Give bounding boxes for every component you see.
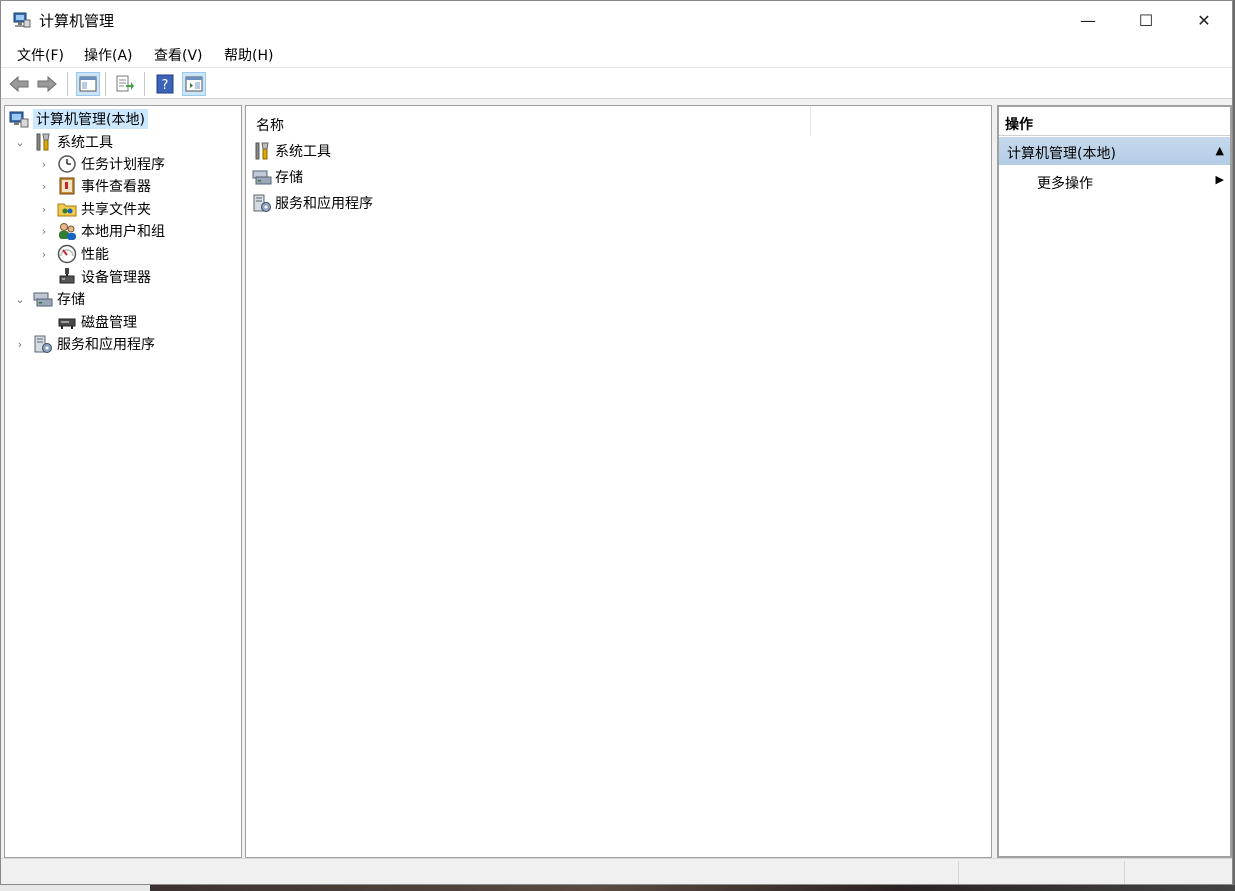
tree-item-local-users-groups[interactable]: 本地用户和组 — [57, 220, 165, 242]
expand-arrow-icon[interactable]: › — [39, 198, 49, 220]
tree-label: 存储 — [57, 292, 85, 308]
help-icon: ? — [156, 74, 174, 94]
tree-label: 性能 — [81, 247, 109, 263]
submenu-arrow-icon[interactable]: ▶ — [1216, 173, 1224, 186]
tree-label: 共享文件夹 — [81, 202, 151, 218]
list-item-label: 存储 — [275, 170, 303, 186]
toolbar-separator — [144, 72, 145, 96]
collapse-arrow-icon[interactable]: ⌄ — [15, 288, 25, 310]
forward-arrow-icon — [37, 75, 57, 93]
export-list-icon — [116, 75, 134, 92]
tree-label: 事件查看器 — [81, 179, 151, 195]
expand-arrow-icon[interactable]: › — [39, 153, 49, 175]
minimize-button[interactable]: — — [1059, 1, 1117, 39]
maximize-icon: ☐ — [1138, 10, 1154, 30]
maximize-button[interactable]: ☐ — [1117, 1, 1175, 39]
expand-arrow-icon[interactable]: › — [15, 333, 25, 355]
action-group-title: 计算机管理(本地) — [1007, 146, 1116, 162]
expand-arrow-icon[interactable]: › — [39, 220, 49, 242]
services-applications-icon — [253, 194, 271, 212]
status-divider — [958, 861, 959, 884]
tree-label: 本地用户和组 — [81, 224, 165, 240]
tree-item-disk-management[interactable]: 磁盘管理 — [57, 311, 137, 333]
status-bar — [1, 858, 1232, 884]
shared-folder-icon — [57, 203, 77, 217]
expand-arrow-icon[interactable]: › — [39, 175, 49, 197]
action-pane-header: 操作 — [999, 109, 1230, 136]
computer-management-icon — [9, 111, 29, 128]
forward-button[interactable] — [35, 72, 59, 96]
toolbar-separator — [67, 72, 68, 96]
list-item-label: 系统工具 — [275, 144, 331, 160]
tree-label: 计算机管理(本地) — [33, 109, 148, 129]
tree-item-storage[interactable]: 存储 — [33, 288, 85, 310]
storage-icon — [252, 170, 272, 185]
list-item-system-tools[interactable]: 系统工具 — [252, 139, 331, 163]
tree-item-device-manager[interactable]: 设备管理器 — [57, 266, 151, 288]
menu-file[interactable]: 文件(F) — [17, 45, 64, 65]
show-hide-action-pane-button[interactable] — [182, 72, 206, 96]
list-item-label: 服务和应用程序 — [275, 196, 373, 212]
system-tools-icon — [255, 142, 269, 160]
show-hide-console-tree-icon — [79, 76, 97, 92]
tree-item-services-applications[interactable]: 服务和应用程序 — [33, 333, 155, 355]
tree-item-shared-folders[interactable]: 共享文件夹 — [57, 198, 151, 220]
tree-item-computer-management[interactable]: 计算机管理(本地) — [9, 108, 148, 130]
close-button[interactable]: ✕ — [1175, 1, 1232, 39]
users-icon — [59, 223, 76, 240]
status-divider — [1124, 861, 1125, 884]
expand-arrow-icon[interactable]: › — [39, 243, 49, 265]
back-arrow-icon — [9, 75, 29, 93]
menu-help[interactable]: 帮助(H) — [224, 45, 273, 65]
action-pane-title: 操作 — [1005, 117, 1033, 133]
storage-icon — [33, 292, 53, 307]
tree-item-system-tools[interactable]: 系统工具 — [33, 131, 113, 153]
show-hide-action-pane-icon — [185, 76, 203, 92]
toolbar: ? — [1, 67, 1232, 99]
action-group-computer-management[interactable]: 计算机管理(本地) ▲ — [999, 137, 1230, 165]
tree-label: 服务和应用程序 — [57, 337, 155, 353]
title-bar[interactable]: 计算机管理 — ☐ ✕ — [1, 1, 1232, 39]
export-list-button[interactable] — [113, 72, 137, 96]
tree-label: 磁盘管理 — [81, 315, 137, 331]
column-divider[interactable] — [810, 106, 811, 136]
collapse-arrow-icon[interactable]: ⌄ — [15, 131, 25, 153]
toolbar-separator — [105, 72, 106, 96]
minimize-icon: — — [1080, 10, 1096, 30]
performance-gauge-icon — [57, 244, 77, 264]
collapse-triangle-icon[interactable]: ▲ — [1216, 144, 1224, 157]
computer-management-icon — [13, 12, 31, 28]
close-icon: ✕ — [1197, 10, 1211, 30]
tree-item-performance[interactable]: 性能 — [57, 243, 109, 265]
menu-action[interactable]: 操作(A) — [84, 45, 133, 65]
list-item-services-applications[interactable]: 服务和应用程序 — [252, 191, 373, 215]
system-tools-icon — [36, 133, 50, 151]
tree-item-task-scheduler[interactable]: 任务计划程序 — [57, 153, 165, 175]
help-button[interactable]: ? — [153, 72, 177, 96]
tree-label: 设备管理器 — [81, 270, 151, 286]
result-list-pane[interactable]: 名称 系统工具 存储 服务和应用程序 — [245, 105, 992, 858]
column-header-name[interactable]: 名称 — [256, 115, 284, 135]
disk-management-icon — [58, 318, 76, 329]
event-viewer-icon — [59, 177, 75, 195]
clock-icon — [58, 155, 76, 173]
menu-bar: 文件(F) 操作(A) 查看(V) 帮助(H) — [1, 39, 1232, 67]
column-header-row: 名称 — [246, 106, 991, 141]
services-applications-icon — [34, 335, 52, 353]
menu-view[interactable]: 查看(V) — [154, 45, 203, 65]
tree-label: 任务计划程序 — [81, 157, 165, 173]
tree-item-event-viewer[interactable]: 事件查看器 — [57, 175, 151, 197]
console-tree-pane[interactable]: 计算机管理(本地) ⌄ 系统工具 › 任务计划程序 › 事件查看器 › 共享文件… — [4, 105, 242, 858]
list-item-storage[interactable]: 存储 — [252, 165, 303, 189]
device-manager-icon — [59, 268, 75, 284]
desktop-background — [0, 885, 1235, 891]
window-title: 计算机管理 — [39, 12, 115, 30]
more-actions-item[interactable]: 更多操作 — [1037, 173, 1093, 193]
show-hide-console-tree-button[interactable] — [76, 72, 100, 96]
computer-management-window: 计算机管理 — ☐ ✕ 文件(F) 操作(A) 查看(V) 帮助(H) ? 计算… — [0, 0, 1233, 885]
action-pane: 操作 计算机管理(本地) ▲ 更多操作 ▶ — [997, 105, 1232, 858]
svg-text:?: ? — [162, 78, 169, 93]
tree-label: 系统工具 — [57, 135, 113, 151]
back-button[interactable] — [7, 72, 31, 96]
